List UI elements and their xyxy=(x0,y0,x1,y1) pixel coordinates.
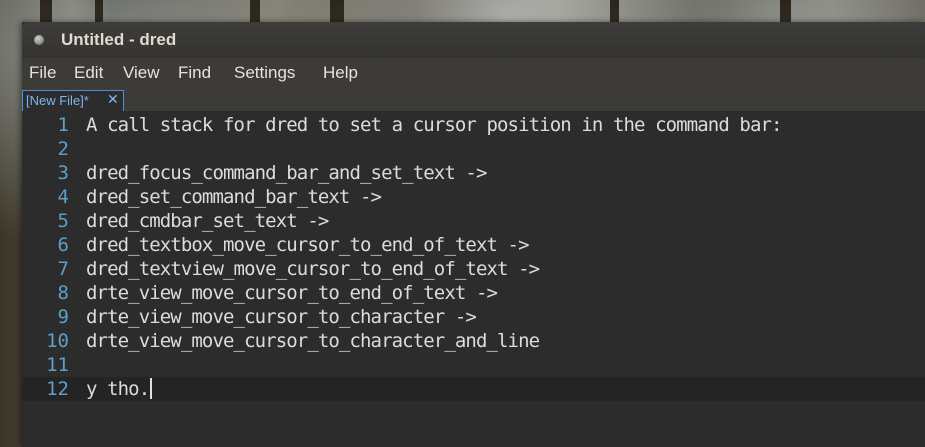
editor-line: 8 drte_view_move_cursor_to_end_of_text -… xyxy=(22,281,925,305)
line-text[interactable]: dred_set_command_bar_text -> xyxy=(86,186,382,208)
text-editor[interactable]: 1 A call stack for dred to set a cursor … xyxy=(22,111,925,447)
line-text[interactable]: A call stack for dred to set a cursor po… xyxy=(86,114,782,136)
tab-label: [New File]* xyxy=(26,93,89,108)
title-bar[interactable]: Untitled - dred xyxy=(22,22,925,58)
editor-line: 9 drte_view_move_cursor_to_character -> xyxy=(22,305,925,329)
menu-settings[interactable]: Settings xyxy=(234,63,295,83)
text-cursor xyxy=(150,378,153,399)
editor-line: 1 A call stack for dred to set a cursor … xyxy=(22,113,925,137)
line-text-content: y tho. xyxy=(86,378,150,400)
menu-help[interactable]: Help xyxy=(323,63,358,83)
editor-line: 5 dred_cmdbar_set_text -> xyxy=(22,209,925,233)
line-number: 12 xyxy=(46,378,69,400)
menu-find[interactable]: Find xyxy=(178,63,211,83)
menu-file[interactable]: File xyxy=(29,63,56,83)
line-text[interactable]: dred_focus_command_bar_and_set_text -> xyxy=(86,162,487,184)
line-number: 11 xyxy=(46,354,69,376)
close-icon[interactable]: ✕ xyxy=(107,91,119,109)
editor-line: 2 xyxy=(22,137,925,161)
menu-edit[interactable]: Edit xyxy=(74,63,103,83)
window-title: Untitled - dred xyxy=(61,30,177,49)
editor-line: 11 xyxy=(22,353,925,377)
line-text[interactable]: drte_view_move_cursor_to_character -> xyxy=(86,306,477,328)
menu-bar: File Edit View Find Settings Help xyxy=(22,58,925,88)
line-number: 1 xyxy=(57,114,69,136)
line-text[interactable]: dred_textbox_move_cursor_to_end_of_text … xyxy=(86,234,530,256)
editor-line-current: 12 y tho. xyxy=(22,377,925,401)
line-number: 3 xyxy=(57,162,69,184)
line-text[interactable]: drte_view_move_cursor_to_character_and_l… xyxy=(86,330,540,352)
editor-line: 4 dred_set_command_bar_text -> xyxy=(22,185,925,209)
editor-window: Untitled - dred File Edit View Find Sett… xyxy=(22,22,925,447)
tab-bar: [New File]* ✕ xyxy=(22,88,925,111)
editor-line: 7 dred_textview_move_cursor_to_end_of_te… xyxy=(22,257,925,281)
line-number: 5 xyxy=(57,210,69,232)
line-text[interactable]: drte_view_move_cursor_to_end_of_text -> xyxy=(86,282,498,304)
line-text[interactable]: dred_textview_move_cursor_to_end_of_text… xyxy=(86,258,540,280)
editor-line: 3 dred_focus_command_bar_and_set_text -> xyxy=(22,161,925,185)
line-number: 6 xyxy=(57,234,69,256)
line-number: 4 xyxy=(57,186,69,208)
window-close-button[interactable] xyxy=(34,35,44,45)
line-number: 2 xyxy=(57,138,69,160)
tab-new-file[interactable]: [New File]* ✕ xyxy=(22,90,124,111)
editor-line: 6 dred_textbox_move_cursor_to_end_of_tex… xyxy=(22,233,925,257)
line-number: 8 xyxy=(57,282,69,304)
line-text-current[interactable]: y tho. xyxy=(86,378,153,400)
line-number: 7 xyxy=(57,258,69,280)
line-text[interactable]: dred_cmdbar_set_text -> xyxy=(86,210,329,232)
menu-view[interactable]: View xyxy=(123,63,160,83)
editor-line: 10 drte_view_move_cursor_to_character_an… xyxy=(22,329,925,353)
line-number: 10 xyxy=(46,330,69,352)
line-number: 9 xyxy=(57,306,69,328)
